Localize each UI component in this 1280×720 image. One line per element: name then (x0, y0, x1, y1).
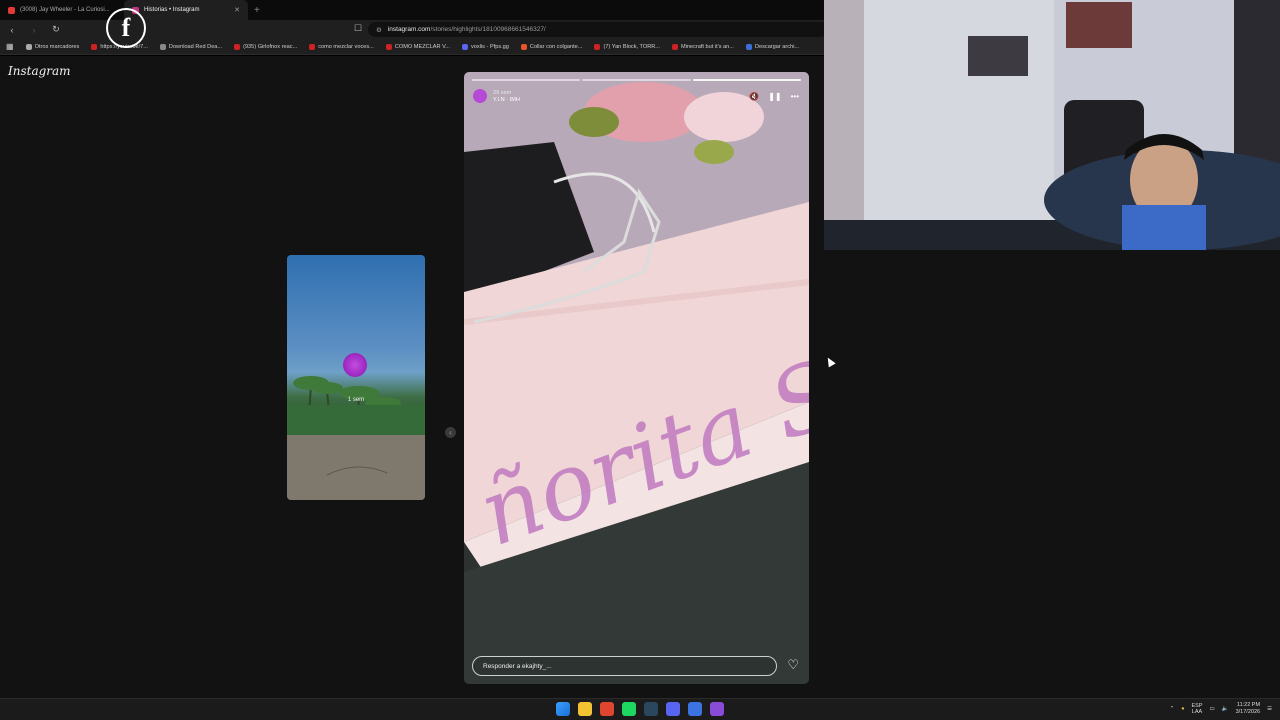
bookmark-item[interactable]: Minecraft but it's an... (671, 43, 734, 50)
current-story[interactable]: ñorita S 29 sem Y.I.N · IMH 🔇 ❚❚ ••• Res… (464, 72, 809, 684)
site-info-icon[interactable]: ⚙ (376, 26, 382, 34)
windows-taskbar: ⌃ ● ESP LAA ▭ 🔈 11:22 PM 3/17/2026 ☰ (0, 698, 1280, 720)
bookmark-item[interactable]: Otros marcadores (25, 43, 79, 50)
url-path: /stories/highlights/18100968661546327/ (430, 26, 546, 33)
steam-icon[interactable] (644, 702, 658, 716)
app-blue-icon[interactable] (688, 702, 702, 716)
bookmark-item[interactable]: Download Red Dea... (159, 43, 222, 50)
bookmark-item[interactable]: (935) Girlofnox reac... (234, 43, 297, 50)
windows-start-icon[interactable] (556, 702, 570, 716)
url-host: instagram.com (387, 26, 431, 33)
show-hidden-icons-icon[interactable]: ⌃ (1170, 706, 1175, 712)
clock[interactable]: 11:22 PM 3/17/2026 (1236, 702, 1260, 716)
youtube-favicon-icon (8, 6, 15, 14)
like-heart-icon[interactable]: ♡ (787, 657, 799, 673)
network-icon[interactable]: ▭ (1210, 706, 1215, 712)
apps-grid-icon[interactable]: ▦ (6, 42, 14, 51)
youtube-icon (234, 43, 241, 50)
reload-icon[interactable]: ↻ (50, 24, 62, 35)
progress-segment (582, 79, 691, 81)
webcam-overlay (824, 0, 1280, 250)
youtube-icon (91, 43, 98, 50)
mute-icon[interactable]: 🔇 (749, 92, 759, 101)
notifications-icon[interactable]: ☰ (1267, 706, 1272, 712)
app-purple-icon[interactable] (710, 702, 724, 716)
beach-palms-image (287, 376, 425, 500)
progress-segment (472, 79, 581, 81)
youtube-icon (309, 43, 316, 50)
youtube-icon (671, 43, 678, 50)
webcam-video (824, 0, 1280, 250)
reply-placeholder: Responder a ekajhty_... (483, 662, 552, 670)
link-icon (159, 43, 166, 50)
story-music[interactable]: Y.I.N · IMH (493, 97, 520, 103)
mouse-cursor-icon (824, 355, 836, 368)
new-tab-button[interactable]: + (248, 5, 266, 16)
discord-icon (461, 43, 468, 50)
youtube-icon (594, 43, 601, 50)
instagram-logo[interactable]: Instagram (8, 64, 71, 78)
system-tray: ⌃ ● ESP LAA ▭ 🔈 11:22 PM 3/17/2026 ☰ (1170, 702, 1272, 716)
discord-icon[interactable] (666, 702, 680, 716)
more-options-icon[interactable]: ••• (791, 92, 799, 101)
tab-title: Historias • Instagram (144, 7, 200, 13)
microphone-icon[interactable]: ● (1181, 706, 1184, 712)
volume-icon[interactable]: 🔈 (1222, 706, 1229, 712)
folder-icon (25, 43, 32, 50)
bookmark-item[interactable]: voxlis - Pfps.gg (461, 43, 509, 50)
bookmark-item[interactable]: Collar con colgante... (520, 43, 582, 50)
story-time: 29 sem (493, 89, 512, 96)
close-tab-icon[interactable]: ✕ (234, 6, 240, 14)
previous-story-arrow-icon[interactable]: ‹ (445, 427, 456, 438)
youtube-icon (385, 43, 392, 50)
back-icon[interactable]: ‹ (6, 25, 18, 35)
file-explorer-icon[interactable] (578, 702, 592, 716)
progress-segment (692, 79, 801, 81)
download-icon (745, 43, 752, 50)
story-avatar[interactable] (473, 89, 487, 103)
tab-title: (3008) Jay Wheeler - La Curiosi... (20, 7, 110, 13)
previous-story-avatar (343, 353, 367, 377)
reply-input[interactable]: Responder a ekajhty_... (472, 656, 777, 676)
pause-icon[interactable]: ❚❚ (768, 92, 781, 101)
story-progress-bar (472, 79, 801, 81)
story-image-sash-tiara: ñorita S (464, 72, 809, 684)
bookmark-item[interactable]: Descargar archi... (745, 43, 799, 50)
address-bar[interactable]: ⚙ instagram.com/stories/highlights/18100… (368, 22, 828, 37)
bookmark-item[interactable]: (7) Yan Block, TORR... (594, 43, 660, 50)
spotify-like-app-icon[interactable] (622, 702, 636, 716)
story-controls: 🔇 ❚❚ ••• (749, 92, 799, 101)
bookmark-item[interactable]: como mezclar voces... (309, 43, 374, 50)
previous-story-time: 1 sem (347, 397, 365, 403)
language-indicator[interactable]: ESP LAA (1192, 703, 1203, 715)
brave-browser-icon[interactable] (600, 702, 614, 716)
taskbar-apps (556, 702, 724, 716)
previous-story-card[interactable]: 1 sem (287, 255, 425, 500)
story-header: 29 sem Y.I.N · IMH (473, 89, 520, 103)
shop-icon (520, 43, 527, 50)
facebook-logo-icon: f (106, 8, 146, 48)
bookmark-icon[interactable]: ☐ (354, 23, 362, 34)
bookmark-item[interactable]: COMO MEZCLAR V... (385, 43, 450, 50)
tab-youtube[interactable]: (3008) Jay Wheeler - La Curiosi... (0, 0, 124, 20)
forward-icon[interactable]: › (28, 25, 40, 35)
screen: (3008) Jay Wheeler - La Curiosi... Histo… (0, 0, 1280, 720)
